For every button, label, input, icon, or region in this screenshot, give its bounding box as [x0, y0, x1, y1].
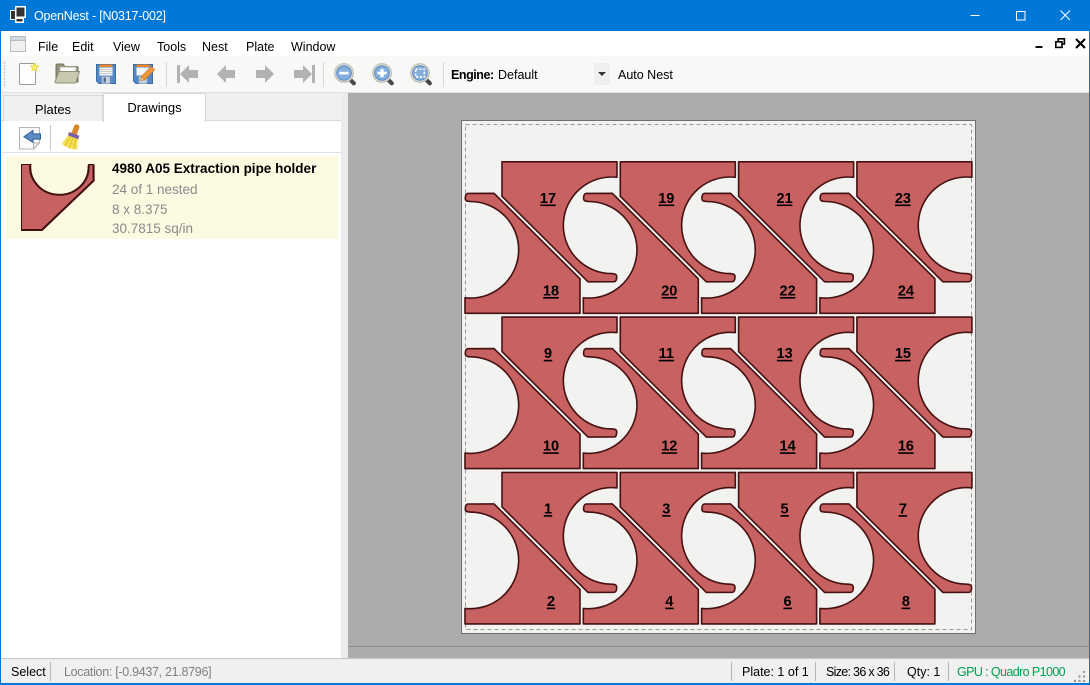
svg-text:18: 18 [543, 283, 559, 299]
svg-text:15: 15 [895, 346, 911, 362]
svg-text:12: 12 [661, 439, 677, 455]
svg-text:16: 16 [898, 439, 914, 455]
svg-text:14: 14 [780, 439, 796, 455]
svg-text:2: 2 [547, 594, 555, 610]
svg-text:13: 13 [777, 346, 793, 362]
svg-text:4: 4 [665, 594, 673, 610]
svg-text:10: 10 [543, 439, 559, 455]
svg-text:8: 8 [902, 594, 910, 610]
svg-text:17: 17 [540, 191, 556, 207]
svg-text:3: 3 [662, 501, 670, 517]
svg-text:11: 11 [659, 346, 674, 362]
svg-text:21: 21 [777, 191, 793, 207]
svg-text:1: 1 [544, 501, 552, 517]
svg-text:24: 24 [898, 283, 914, 299]
svg-text:6: 6 [784, 594, 792, 610]
svg-text:9: 9 [544, 346, 552, 362]
svg-text:7: 7 [899, 501, 907, 517]
svg-text:5: 5 [781, 501, 789, 517]
svg-text:23: 23 [895, 191, 911, 207]
svg-text:20: 20 [661, 283, 677, 299]
svg-text:19: 19 [658, 191, 674, 207]
svg-text:22: 22 [780, 283, 796, 299]
